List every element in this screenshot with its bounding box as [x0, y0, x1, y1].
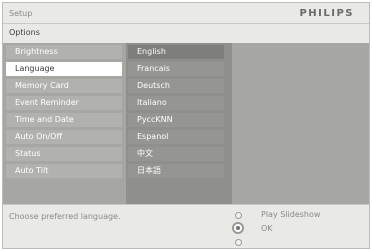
language-option-italiano[interactable]: Italiano — [128, 96, 224, 110]
menu-item-time-and-date[interactable]: Time and Date — [6, 113, 122, 127]
menu-item-memory-card[interactable]: Memory Card — [6, 79, 122, 93]
language-option-francais[interactable]: Francais — [128, 62, 224, 76]
navigation-controls: Play Slideshow OK — [226, 206, 366, 248]
frame-screen: Setup PHILIPS Options Brightness Languag… — [2, 2, 370, 249]
menu-item-brightness[interactable]: Brightness — [6, 45, 122, 59]
language-option-deutsch[interactable]: Deutsch — [128, 79, 224, 93]
menu-item-auto-tilt[interactable]: Auto Tilt — [6, 164, 122, 178]
language-option-russian[interactable]: PyccKNN — [128, 113, 224, 127]
language-option-japanese[interactable]: 日本語 — [128, 164, 224, 178]
menu-item-auto-on-off[interactable]: Auto On/Off — [6, 130, 122, 144]
ok-button[interactable] — [232, 222, 244, 234]
brand-logo: PHILIPS — [299, 8, 354, 19]
language-option-chinese[interactable]: 中文 — [128, 147, 224, 161]
ok-label: OK — [261, 224, 273, 233]
breadcrumb-setup: Setup — [9, 9, 33, 18]
header-divider — [3, 23, 369, 24]
settings-panel: Brightness Language Memory Card Event Re… — [3, 43, 369, 204]
header: Setup PHILIPS — [3, 3, 369, 23]
menu-item-status[interactable]: Status — [6, 147, 122, 161]
down-button-icon[interactable] — [235, 239, 242, 246]
up-button-icon[interactable] — [235, 212, 242, 219]
play-slideshow-label: Play Slideshow — [261, 210, 321, 219]
menu-item-event-reminder[interactable]: Event Reminder — [6, 96, 122, 110]
language-option-english[interactable]: English — [128, 45, 224, 59]
status-hint: Choose preferred language. — [9, 212, 121, 221]
options-title: Options — [9, 28, 40, 37]
language-submenu: English Francais Deutsch Italiano PyccKN… — [126, 43, 232, 204]
language-option-espanol[interactable]: Espanol — [128, 130, 224, 144]
footer-divider — [3, 204, 369, 205]
options-menu: Brightness Language Memory Card Event Re… — [4, 43, 124, 204]
menu-item-language[interactable]: Language — [6, 62, 122, 76]
